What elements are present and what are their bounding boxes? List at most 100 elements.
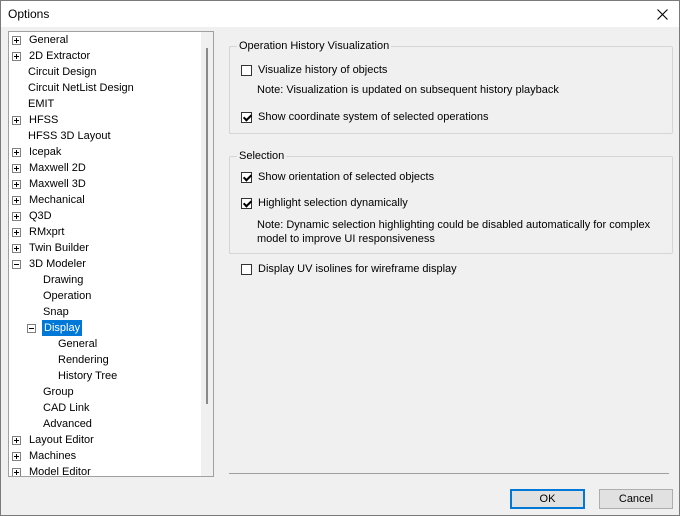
close-icon xyxy=(656,8,668,20)
ok-button[interactable]: OK xyxy=(510,489,585,509)
tree-item-label: Group xyxy=(43,386,74,398)
tree-scrollbar[interactable] xyxy=(201,32,213,476)
tree-item-label: Operation xyxy=(43,290,92,302)
expand-plus-icon[interactable] xyxy=(12,211,21,221)
tree-item-label: Maxwell 2D xyxy=(29,162,86,174)
tree-item[interactable]: HFSS xyxy=(12,112,60,128)
tree-item[interactable]: Operation xyxy=(27,288,93,304)
show-orientation-checkbox-row[interactable]: Show orientation of selected objects xyxy=(241,169,434,185)
history-note: Note: Visualization is updated on subseq… xyxy=(257,84,559,96)
tree-item-label: Model Editor xyxy=(29,466,91,477)
expand-plus-icon[interactable] xyxy=(12,243,21,253)
tree-item-label: Circuit Design xyxy=(28,66,97,78)
tree-item[interactable]: History Tree xyxy=(42,368,119,384)
tree-item[interactable]: Mechanical xyxy=(12,192,87,208)
close-button[interactable] xyxy=(645,1,679,27)
tree-item[interactable]: General xyxy=(42,336,99,352)
tree-item[interactable]: Advanced xyxy=(27,416,94,432)
expand-plus-icon[interactable] xyxy=(12,115,21,125)
tree-item-label: CAD Link xyxy=(43,402,90,414)
tree-item[interactable]: Circuit Design xyxy=(12,64,98,80)
window-title: Options xyxy=(8,7,50,21)
expand-plus-icon[interactable] xyxy=(12,195,21,205)
tree-item[interactable]: HFSS 3D Layout xyxy=(12,128,113,144)
expand-plus-icon[interactable] xyxy=(12,435,21,445)
tree-item-label: Q3D xyxy=(29,210,52,222)
visualize-history-checkbox[interactable] xyxy=(241,64,252,76)
tree-item-label: 2D Extractor xyxy=(29,50,91,62)
uv-isolines-checkbox-row[interactable]: Display UV isolines for wireframe displa… xyxy=(241,261,457,277)
tree-item[interactable]: Maxwell 3D xyxy=(12,176,88,192)
selection-note-line1: Note: Dynamic selection highlighting cou… xyxy=(257,219,651,231)
tree-item[interactable]: Twin Builder xyxy=(12,240,91,256)
uv-isolines-label: Display UV isolines for wireframe displa… xyxy=(258,263,457,275)
show-coordinate-checkbox-row[interactable]: Show coordinate system of selected opera… xyxy=(241,109,489,125)
highlight-dynamic-checkbox-row[interactable]: Highlight selection dynamically xyxy=(241,195,408,211)
tree-item[interactable]: Model Editor xyxy=(12,464,93,477)
tree-item-label: Icepak xyxy=(29,146,62,158)
highlight-dynamic-checkbox[interactable] xyxy=(241,197,252,209)
expand-plus-icon[interactable] xyxy=(12,147,21,157)
expand-plus-icon[interactable] xyxy=(12,451,21,461)
tree-item-label: Snap xyxy=(43,306,69,318)
uv-isolines-checkbox[interactable] xyxy=(241,263,252,275)
tree-item-label: HFSS xyxy=(29,114,59,126)
tree-item[interactable]: EMIT xyxy=(12,96,56,112)
options-dialog: Options General 2D Extractor Circuit Desig… xyxy=(0,0,680,516)
tree-item[interactable]: Machines xyxy=(12,448,78,464)
tree-item-label: Layout Editor xyxy=(29,434,94,446)
tree-item-label: Machines xyxy=(29,450,77,462)
tree-item-label: General xyxy=(58,338,98,350)
show-orientation-checkbox[interactable] xyxy=(241,171,252,183)
show-coordinate-label: Show coordinate system of selected opera… xyxy=(258,111,489,123)
tree-item[interactable]: 3D Modeler xyxy=(12,256,88,272)
history-group-title: Operation History Visualization xyxy=(237,39,392,53)
tree-item-label: EMIT xyxy=(28,98,55,110)
tree-item[interactable]: Rendering xyxy=(42,352,111,368)
visualize-history-label: Visualize history of objects xyxy=(258,64,388,76)
tree-item[interactable]: General xyxy=(12,32,70,48)
tree-item[interactable]: Icepak xyxy=(12,144,63,160)
tree-item[interactable]: Drawing xyxy=(27,272,85,288)
expand-plus-icon[interactable] xyxy=(12,227,21,237)
tree-item-label: History Tree xyxy=(58,370,118,382)
tree-item[interactable]: RMxprt xyxy=(12,224,66,240)
tree-item[interactable]: Snap xyxy=(27,304,71,320)
tree-item[interactable]: Circuit NetList Design xyxy=(12,80,136,96)
options-tree[interactable]: General 2D Extractor Circuit Design Circuit… xyxy=(8,31,214,477)
tree-item-label: Advanced xyxy=(43,418,92,430)
selection-note-line2: model to improve UI responsiveness xyxy=(257,233,435,245)
tree-item-label: HFSS 3D Layout xyxy=(28,130,111,142)
tree-item-label: Twin Builder xyxy=(29,242,89,254)
show-coordinate-checkbox[interactable] xyxy=(241,111,252,123)
tree-item-label: Mechanical xyxy=(29,194,85,206)
tree-item-label: Maxwell 3D xyxy=(29,178,86,190)
visualize-history-checkbox-row[interactable]: Visualize history of objects xyxy=(241,62,387,78)
tree-item[interactable]: Display xyxy=(27,320,83,336)
tree-scrollbar-thumb[interactable] xyxy=(206,48,208,404)
tree-item-label: Rendering xyxy=(58,354,109,366)
selection-group-title: Selection xyxy=(237,149,287,163)
tree-item-label: Circuit NetList Design xyxy=(28,82,134,94)
tree-item-label: Display xyxy=(42,320,83,336)
expand-plus-icon[interactable] xyxy=(12,163,21,173)
tree-item[interactable]: CAD Link xyxy=(27,400,91,416)
tree-item[interactable]: Q3D xyxy=(12,208,54,224)
title-bar: Options xyxy=(1,1,679,27)
tree-item[interactable]: 2D Extractor xyxy=(12,48,92,64)
highlight-dynamic-label: Highlight selection dynamically xyxy=(258,197,408,209)
tree-item[interactable]: Layout Editor xyxy=(12,432,96,448)
collapse-minus-icon[interactable] xyxy=(12,259,21,269)
tree-item-label: RMxprt xyxy=(29,226,65,238)
tree-item-label: Drawing xyxy=(43,274,84,286)
expand-plus-icon[interactable] xyxy=(12,51,21,61)
show-orientation-label: Show orientation of selected objects xyxy=(258,171,435,183)
tree-item[interactable]: Maxwell 2D xyxy=(12,160,88,176)
tree-item[interactable]: Group xyxy=(27,384,76,400)
expand-plus-icon[interactable] xyxy=(12,35,21,45)
expand-plus-icon[interactable] xyxy=(12,467,21,476)
expand-plus-icon[interactable] xyxy=(12,179,21,189)
collapse-minus-icon[interactable] xyxy=(27,323,36,333)
tree-item-label: General xyxy=(29,34,69,46)
cancel-button[interactable]: Cancel xyxy=(599,489,673,509)
